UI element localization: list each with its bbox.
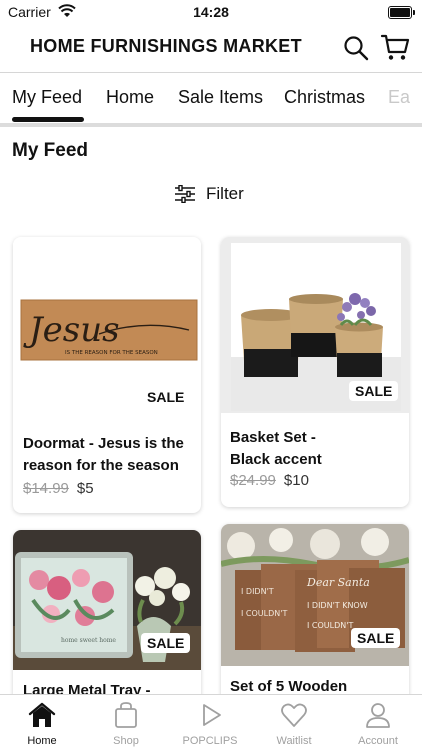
filter-icon (175, 185, 195, 203)
product-name-line1: Doormat - Jesus is the (23, 435, 184, 452)
svg-text:I DIDN'T: I DIDN'T (241, 587, 274, 596)
tab-easter[interactable]: Ea (388, 87, 410, 108)
product-card-doormat[interactable]: Jesus IS THE REASON FOR THE SEASON SALE … (13, 237, 201, 513)
sign-text: I DIDN'T KNOW (307, 601, 368, 610)
product-card-basket-set[interactable]: SALE Basket Set - Black accent $24.99 $10 (221, 237, 409, 507)
nav-account-label: Account (358, 735, 398, 747)
product-name-line2: reason for the season (23, 457, 179, 474)
product-name-line1: Basket Set - (230, 429, 316, 446)
heart-icon (281, 703, 307, 727)
sale-price: $10 (283, 472, 309, 489)
home-icon (28, 702, 56, 727)
sale-badge: SALE (141, 387, 191, 407)
nav-popclips[interactable]: POPCLIPS (168, 701, 252, 747)
svg-text:home sweet home: home sweet home (61, 637, 116, 644)
search-icon[interactable] (342, 34, 370, 62)
nav-shop[interactable]: Shop (84, 701, 168, 747)
nav-popclips-label: POPCLIPS (182, 735, 238, 747)
play-icon (203, 704, 221, 726)
bottom-tab-bar: Home Shop POPCLIPS Waitlist Account (0, 694, 422, 751)
cart-icon[interactable] (380, 32, 410, 62)
tab-christmas[interactable]: Christmas (284, 87, 365, 108)
sale-price: $5 (76, 480, 94, 497)
tab-sale-items[interactable]: Sale Items (178, 87, 263, 108)
nav-waitlist[interactable]: Waitlist (252, 701, 336, 747)
category-tabs: My Feed Home Sale Items Christmas Ea (0, 73, 422, 125)
filter-button[interactable]: Filter (174, 181, 244, 207)
svg-text:I COULDN'T: I COULDN'T (241, 609, 287, 618)
price-row: $24.99 $10 (230, 472, 309, 489)
status-bar: Carrier 14:28 (0, 0, 422, 24)
nav-shop-label: Shop (113, 735, 139, 747)
tab-my-feed[interactable]: My Feed (12, 87, 82, 108)
doormat-script-text: Jesus (23, 310, 120, 350)
price-row: $14.99 $5 (23, 480, 94, 497)
sale-badge: SALE (351, 628, 401, 648)
original-price: $24.99 (230, 472, 276, 489)
battery-tip (413, 10, 415, 15)
doormat-subtext: IS THE REASON FOR THE SEASON (65, 350, 158, 356)
nav-waitlist-label: Waitlist (276, 735, 312, 747)
sale-badge: SALE (349, 381, 399, 401)
user-icon (366, 703, 390, 728)
filter-label: Filter (206, 184, 244, 203)
product-name: Doormat - Jesus is the reason for the se… (23, 433, 184, 477)
store-title: HOME FURNISHINGS MARKET (30, 36, 302, 56)
battery-icon (388, 6, 412, 19)
tab-home[interactable]: Home (106, 87, 154, 108)
nav-account[interactable]: Account (336, 701, 420, 747)
nav-home[interactable]: Home (0, 701, 84, 747)
active-tab-indicator (12, 117, 84, 122)
product-name-line2: Black accent (230, 451, 322, 468)
nav-home-label: Home (27, 735, 57, 747)
app-header: HOME FURNISHINGS MARKET (0, 24, 422, 73)
sale-badge: SALE (141, 633, 191, 653)
tabs-divider (0, 123, 422, 127)
original-price: $14.99 (23, 480, 69, 497)
product-name: Basket Set - Black accent (230, 427, 322, 471)
section-title: My Feed (12, 140, 89, 161)
sign-text: Dear Santa (306, 576, 370, 589)
shopping-bag-icon (115, 702, 137, 728)
status-time: 14:28 (193, 4, 229, 20)
sign-text: I COULDN'T (307, 621, 353, 630)
